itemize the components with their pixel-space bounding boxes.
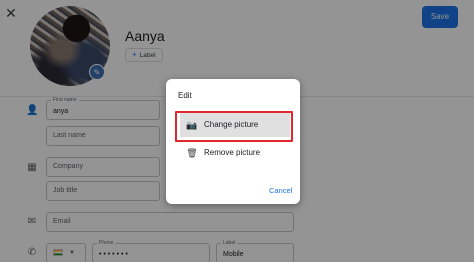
highlight-box <box>175 111 293 142</box>
dialog-title: Edit <box>178 91 192 100</box>
remove-picture-label: Remove picture <box>204 148 261 157</box>
cancel-button[interactable]: Cancel <box>269 186 292 195</box>
edit-contact-page: ✕ Save ✎ Aanya + Label 👤 First name anya … <box>0 0 474 262</box>
remove-picture-option[interactable]: 🗑 Remove picture <box>180 141 290 165</box>
trash-icon: 🗑 <box>186 148 198 158</box>
